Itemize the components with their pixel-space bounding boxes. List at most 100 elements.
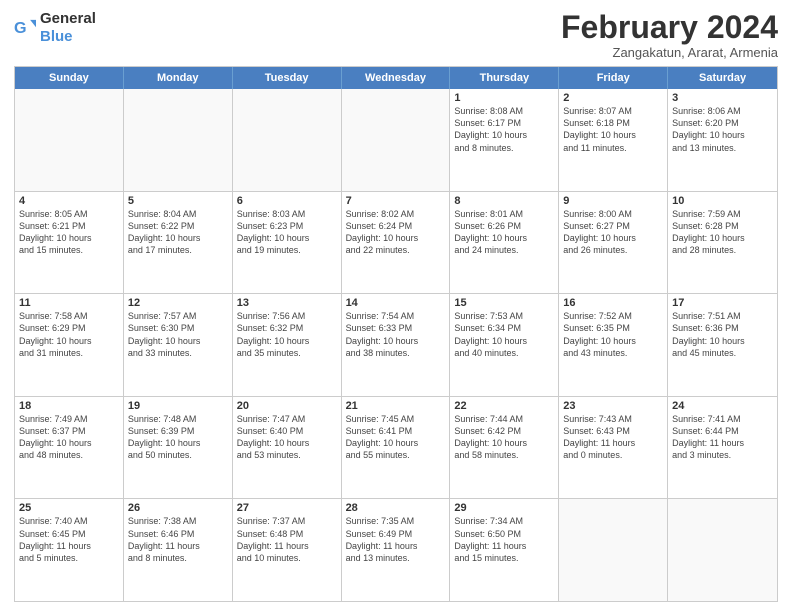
calendar-cell: 18Sunrise: 7:49 AM Sunset: 6:37 PM Dayli… [15, 397, 124, 499]
day-number: 12 [128, 297, 228, 309]
day-info: Sunrise: 7:34 AM Sunset: 6:50 PM Dayligh… [454, 515, 554, 564]
day-number: 29 [454, 502, 554, 514]
day-number: 15 [454, 297, 554, 309]
calendar-row-3: 18Sunrise: 7:49 AM Sunset: 6:37 PM Dayli… [15, 397, 777, 500]
calendar-row-2: 11Sunrise: 7:58 AM Sunset: 6:29 PM Dayli… [15, 294, 777, 397]
day-number: 13 [237, 297, 337, 309]
day-number: 11 [19, 297, 119, 309]
day-info: Sunrise: 7:56 AM Sunset: 6:32 PM Dayligh… [237, 310, 337, 359]
day-info: Sunrise: 8:08 AM Sunset: 6:17 PM Dayligh… [454, 105, 554, 154]
logo: G General Blue [14, 10, 96, 46]
calendar-cell: 7Sunrise: 8:02 AM Sunset: 6:24 PM Daylig… [342, 192, 451, 294]
day-number: 3 [672, 92, 773, 104]
header-day-sunday: Sunday [15, 67, 124, 89]
day-info: Sunrise: 7:58 AM Sunset: 6:29 PM Dayligh… [19, 310, 119, 359]
day-info: Sunrise: 7:52 AM Sunset: 6:35 PM Dayligh… [563, 310, 663, 359]
calendar-cell: 13Sunrise: 7:56 AM Sunset: 6:32 PM Dayli… [233, 294, 342, 396]
calendar-title: February 2024 [561, 10, 778, 45]
logo-general: General [40, 10, 96, 27]
calendar-body: 1Sunrise: 8:08 AM Sunset: 6:17 PM Daylig… [15, 89, 777, 601]
day-number: 26 [128, 502, 228, 514]
day-number: 16 [563, 297, 663, 309]
calendar-cell: 9Sunrise: 8:00 AM Sunset: 6:27 PM Daylig… [559, 192, 668, 294]
calendar-cell: 10Sunrise: 7:59 AM Sunset: 6:28 PM Dayli… [668, 192, 777, 294]
day-info: Sunrise: 7:49 AM Sunset: 6:37 PM Dayligh… [19, 413, 119, 462]
day-info: Sunrise: 8:06 AM Sunset: 6:20 PM Dayligh… [672, 105, 773, 154]
day-info: Sunrise: 7:41 AM Sunset: 6:44 PM Dayligh… [672, 413, 773, 462]
day-number: 7 [346, 195, 446, 207]
day-number: 20 [237, 400, 337, 412]
calendar-cell: 2Sunrise: 8:07 AM Sunset: 6:18 PM Daylig… [559, 89, 668, 191]
header-day-friday: Friday [559, 67, 668, 89]
calendar-cell: 25Sunrise: 7:40 AM Sunset: 6:45 PM Dayli… [15, 499, 124, 601]
calendar-cell: 6Sunrise: 8:03 AM Sunset: 6:23 PM Daylig… [233, 192, 342, 294]
day-number: 9 [563, 195, 663, 207]
day-number: 18 [19, 400, 119, 412]
day-info: Sunrise: 7:48 AM Sunset: 6:39 PM Dayligh… [128, 413, 228, 462]
header-right: February 2024 Zangakatun, Ararat, Armeni… [561, 10, 778, 60]
day-number: 25 [19, 502, 119, 514]
day-number: 21 [346, 400, 446, 412]
day-info: Sunrise: 7:53 AM Sunset: 6:34 PM Dayligh… [454, 310, 554, 359]
calendar-cell [15, 89, 124, 191]
day-info: Sunrise: 8:07 AM Sunset: 6:18 PM Dayligh… [563, 105, 663, 154]
day-info: Sunrise: 7:37 AM Sunset: 6:48 PM Dayligh… [237, 515, 337, 564]
calendar-cell [668, 499, 777, 601]
calendar-row-0: 1Sunrise: 8:08 AM Sunset: 6:17 PM Daylig… [15, 89, 777, 192]
day-number: 8 [454, 195, 554, 207]
calendar-cell: 11Sunrise: 7:58 AM Sunset: 6:29 PM Dayli… [15, 294, 124, 396]
calendar-cell [342, 89, 451, 191]
day-number: 23 [563, 400, 663, 412]
day-number: 19 [128, 400, 228, 412]
day-number: 1 [454, 92, 554, 104]
calendar-cell: 22Sunrise: 7:44 AM Sunset: 6:42 PM Dayli… [450, 397, 559, 499]
calendar-header-row: SundayMondayTuesdayWednesdayThursdayFrid… [15, 67, 777, 89]
calendar: SundayMondayTuesdayWednesdayThursdayFrid… [14, 66, 778, 602]
day-number: 22 [454, 400, 554, 412]
calendar-cell [559, 499, 668, 601]
day-number: 14 [346, 297, 446, 309]
calendar-cell: 23Sunrise: 7:43 AM Sunset: 6:43 PM Dayli… [559, 397, 668, 499]
svg-text:G: G [14, 19, 27, 37]
header: G General Blue February 2024 Zangakatun,… [14, 10, 778, 60]
day-info: Sunrise: 7:44 AM Sunset: 6:42 PM Dayligh… [454, 413, 554, 462]
calendar-cell: 29Sunrise: 7:34 AM Sunset: 6:50 PM Dayli… [450, 499, 559, 601]
calendar-cell: 17Sunrise: 7:51 AM Sunset: 6:36 PM Dayli… [668, 294, 777, 396]
logo-text: General Blue [40, 10, 96, 46]
day-info: Sunrise: 8:02 AM Sunset: 6:24 PM Dayligh… [346, 208, 446, 257]
calendar-cell: 24Sunrise: 7:41 AM Sunset: 6:44 PM Dayli… [668, 397, 777, 499]
day-number: 28 [346, 502, 446, 514]
calendar-cell: 27Sunrise: 7:37 AM Sunset: 6:48 PM Dayli… [233, 499, 342, 601]
day-info: Sunrise: 7:54 AM Sunset: 6:33 PM Dayligh… [346, 310, 446, 359]
calendar-subtitle: Zangakatun, Ararat, Armenia [561, 45, 778, 60]
day-info: Sunrise: 8:01 AM Sunset: 6:26 PM Dayligh… [454, 208, 554, 257]
calendar-cell: 8Sunrise: 8:01 AM Sunset: 6:26 PM Daylig… [450, 192, 559, 294]
calendar-cell: 3Sunrise: 8:06 AM Sunset: 6:20 PM Daylig… [668, 89, 777, 191]
header-day-wednesday: Wednesday [342, 67, 451, 89]
day-info: Sunrise: 7:35 AM Sunset: 6:49 PM Dayligh… [346, 515, 446, 564]
day-info: Sunrise: 7:57 AM Sunset: 6:30 PM Dayligh… [128, 310, 228, 359]
calendar-cell: 19Sunrise: 7:48 AM Sunset: 6:39 PM Dayli… [124, 397, 233, 499]
header-day-saturday: Saturday [668, 67, 777, 89]
header-day-tuesday: Tuesday [233, 67, 342, 89]
calendar-cell: 1Sunrise: 8:08 AM Sunset: 6:17 PM Daylig… [450, 89, 559, 191]
calendar-cell: 12Sunrise: 7:57 AM Sunset: 6:30 PM Dayli… [124, 294, 233, 396]
day-info: Sunrise: 7:45 AM Sunset: 6:41 PM Dayligh… [346, 413, 446, 462]
calendar-cell [124, 89, 233, 191]
calendar-cell: 26Sunrise: 7:38 AM Sunset: 6:46 PM Dayli… [124, 499, 233, 601]
day-info: Sunrise: 8:05 AM Sunset: 6:21 PM Dayligh… [19, 208, 119, 257]
day-number: 6 [237, 195, 337, 207]
day-info: Sunrise: 8:00 AM Sunset: 6:27 PM Dayligh… [563, 208, 663, 257]
day-info: Sunrise: 7:51 AM Sunset: 6:36 PM Dayligh… [672, 310, 773, 359]
calendar-cell: 5Sunrise: 8:04 AM Sunset: 6:22 PM Daylig… [124, 192, 233, 294]
day-number: 2 [563, 92, 663, 104]
day-number: 17 [672, 297, 773, 309]
calendar-cell: 21Sunrise: 7:45 AM Sunset: 6:41 PM Dayli… [342, 397, 451, 499]
day-info: Sunrise: 7:43 AM Sunset: 6:43 PM Dayligh… [563, 413, 663, 462]
header-day-thursday: Thursday [450, 67, 559, 89]
logo-icon: G [14, 17, 36, 39]
day-info: Sunrise: 8:04 AM Sunset: 6:22 PM Dayligh… [128, 208, 228, 257]
calendar-cell: 20Sunrise: 7:47 AM Sunset: 6:40 PM Dayli… [233, 397, 342, 499]
day-info: Sunrise: 8:03 AM Sunset: 6:23 PM Dayligh… [237, 208, 337, 257]
day-number: 4 [19, 195, 119, 207]
